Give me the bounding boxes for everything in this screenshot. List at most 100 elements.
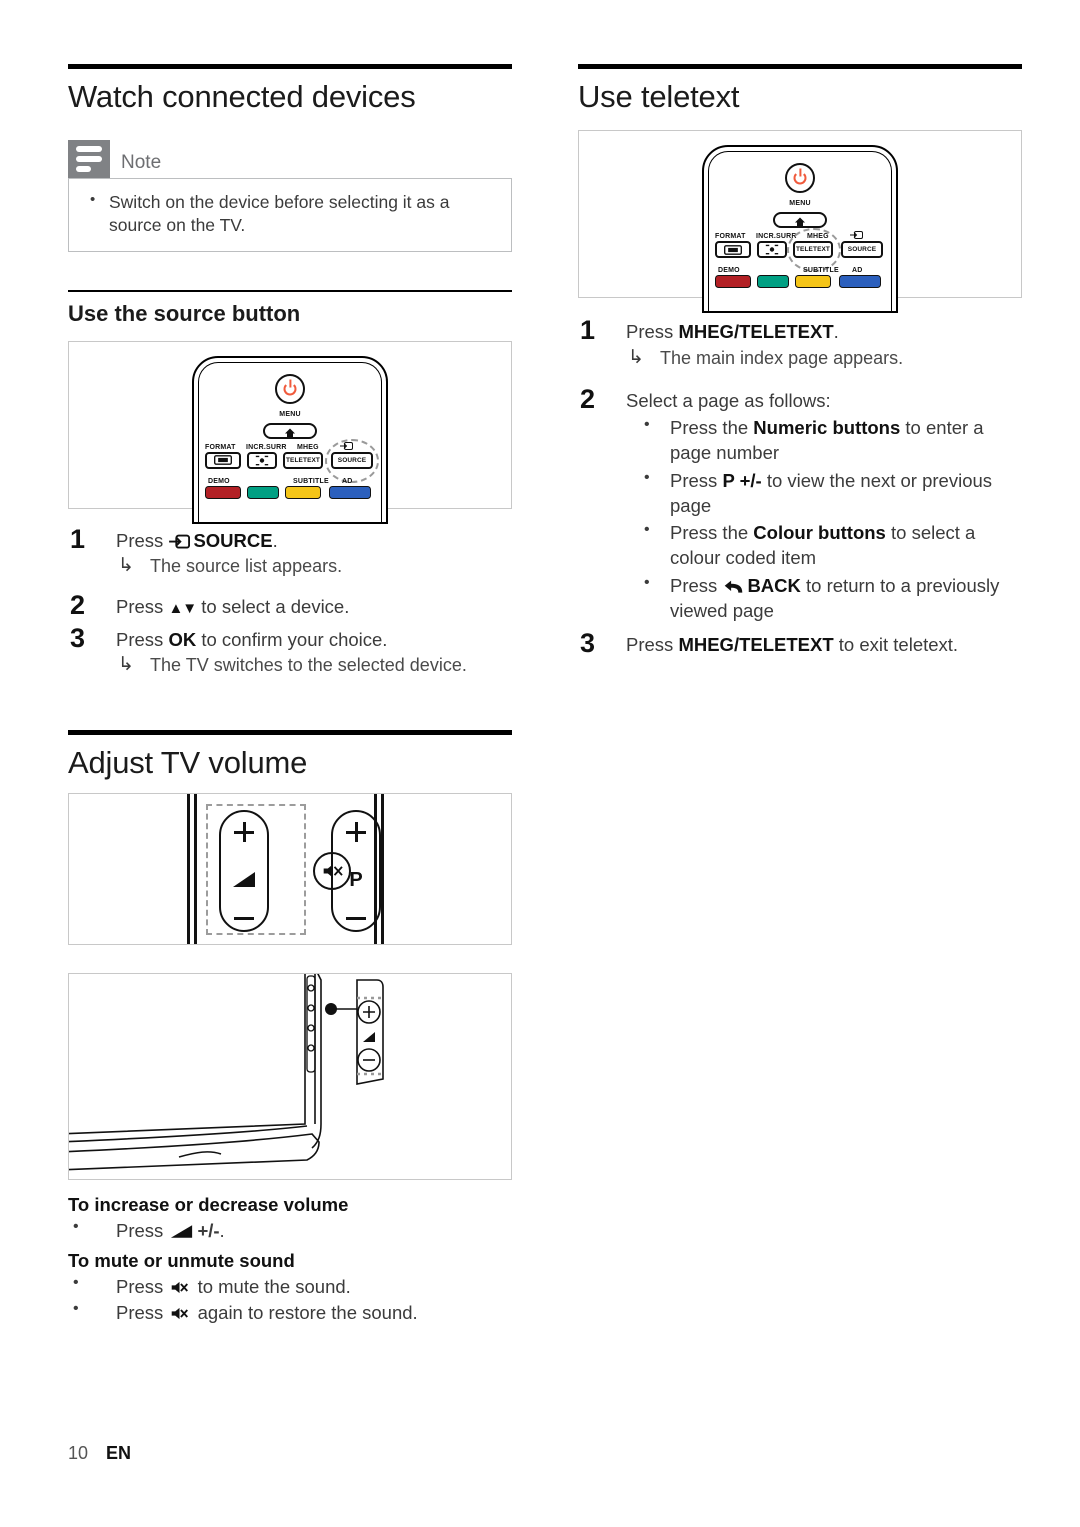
bullet-text-after: again to restore the sound. [192,1302,418,1324]
step-3: 3 Press OK to confirm your choice. The T… [68,623,512,679]
tv-line-drawing [69,974,384,1171]
note-header: Note [68,140,512,179]
mute-unmute-heading: To mute or unmute sound [68,1250,295,1272]
list-item: Press BACK to return to a previously vie… [626,572,1022,624]
volume-icon [233,872,255,888]
demo-label: DEMO [718,267,740,275]
bullet-bold: P +/- [722,469,762,491]
list-item: Press the Numeric buttons to enter a pag… [626,414,1022,466]
format-button [715,241,751,259]
list-item: Press the Colour buttons to select a col… [626,519,1022,571]
menu-button [773,212,827,229]
subtitle-label: SUBTITLE [293,477,329,485]
mute-icon [172,1307,189,1320]
teletext-options: Press the Numeric buttons to enter a pag… [626,414,1022,624]
source-subsection: Use the source button MENU FORMAT INCR.S… [68,290,512,678]
bullet-text-before: Press [116,1220,169,1242]
step-bold: MHEG/TELETEXT [678,321,834,343]
yellow-button [795,275,831,289]
minus-icon [234,917,254,921]
step-result: The main index page appears. [626,345,1022,371]
home-icon [795,217,805,227]
increase-decrease-list: Press +/-. [68,1216,512,1244]
power-button-icon [785,163,815,194]
bullet-bold: BACK [747,574,801,596]
incr-surr-button [247,451,277,469]
bullet-text-after: to mute the sound. [192,1276,351,1298]
ad-label: AD [852,267,863,275]
green-button [247,485,279,499]
step-text: Press MHEG/TELETEXT. [626,320,1022,345]
source-icon [340,441,353,450]
format-label: FORMAT [205,443,236,451]
source-button: SOURCE [331,451,373,469]
bullet-text-before: Press [116,1302,169,1324]
step-number: 2 [580,383,596,414]
plus-icon [346,822,366,843]
divider-line [194,794,197,945]
step-2: 2 Select a page as follows: Press the Nu… [578,384,1022,624]
subsection-title: Use the source button [68,301,301,327]
step-text-before: Press [116,596,169,618]
step-text-before: Press [116,628,169,650]
green-button [757,275,789,289]
step-result: The source list appears. [116,553,512,579]
bullet-bold: Numeric buttons [753,417,901,439]
step-number: 1 [70,523,86,554]
teletext-title: Use teletext [578,79,740,114]
source-steps: 1 Press SOURCE. The source list appears.… [68,524,512,679]
teletext-button-label: TELETEXT [795,246,831,254]
step-bold: OK [168,628,197,650]
step-2: 2 Press ▲▼ to select a device. [68,590,512,620]
bullet-text-after: . [219,1220,225,1242]
step-number: 1 [580,315,596,346]
teletext-button: TELETEXT [793,241,833,259]
note-icon [68,140,110,179]
demo-label: DEMO [208,477,230,485]
step-result: The TV switches to the selected device. [116,652,512,678]
red-button [205,485,241,499]
page-title: Watch connected devices [68,79,416,114]
left-column: Watch connected devices Note Switch on t… [68,64,512,1326]
teletext-button: TELETEXT [283,451,323,469]
power-button-icon [275,373,305,404]
subheading-rule [68,290,512,293]
bullet-bold: Colour buttons [753,522,886,544]
step-number: 2 [70,590,86,621]
remote-body: MENU FORMAT INCR.SURR MHEG TELETEXT SOUR… [702,145,898,314]
volume-section: Adjust TV volume P To increase or decrea… [68,730,512,1326]
divider-line [187,794,190,945]
step-text: Press MHEG/TELETEXT to exit teletext. [626,633,1022,658]
remote-body: MENU FORMAT INCR.SURR MHEG TELETEXT SOUR… [192,355,388,524]
manual-page: Watch connected devices Note Switch on t… [0,0,1080,1527]
step-bold: SOURCE [193,529,273,551]
updown-arrows-icon: ▲▼ [168,600,197,618]
list-item: Press to mute the sound. [68,1272,512,1300]
page-footer: 10 EN [68,1443,131,1464]
step-1: 1 Press MHEG/TELETEXT. The main index pa… [578,315,1022,371]
bullet-bold: +/- [197,1220,220,1242]
blue-button [329,485,371,499]
volume-icon [171,1225,193,1239]
bullet-text-before: Press the [670,522,754,544]
volume-rocker-figure: P [68,793,512,946]
note-body: Switch on the device before selecting it… [68,178,512,253]
source-button-label: SOURCE [337,456,367,464]
step-text: Press OK to confirm your choice. [116,628,512,653]
back-icon [725,580,743,593]
step-1: 1 Press SOURCE. The source list appears. [68,524,512,580]
programme-rocker: P [331,810,381,933]
volume-section-title: Adjust TV volume [68,745,308,781]
note-label: Note [121,152,162,174]
volume-rocker [219,810,269,933]
incr-surr-button [757,241,787,259]
subtitle-label: SUBTITLE [803,267,839,275]
language-code: EN [106,1443,132,1463]
tv-side-buttons-figure [68,973,512,1181]
source-button: SOURCE [841,241,883,259]
mute-unmute-list: Press to mute the sound. Press again to … [68,1272,512,1326]
colour-buttons-row [203,485,377,502]
programme-label: P [349,868,363,891]
step-text-after: to confirm your choice. [196,628,388,650]
step-text-before: Press [626,634,679,656]
